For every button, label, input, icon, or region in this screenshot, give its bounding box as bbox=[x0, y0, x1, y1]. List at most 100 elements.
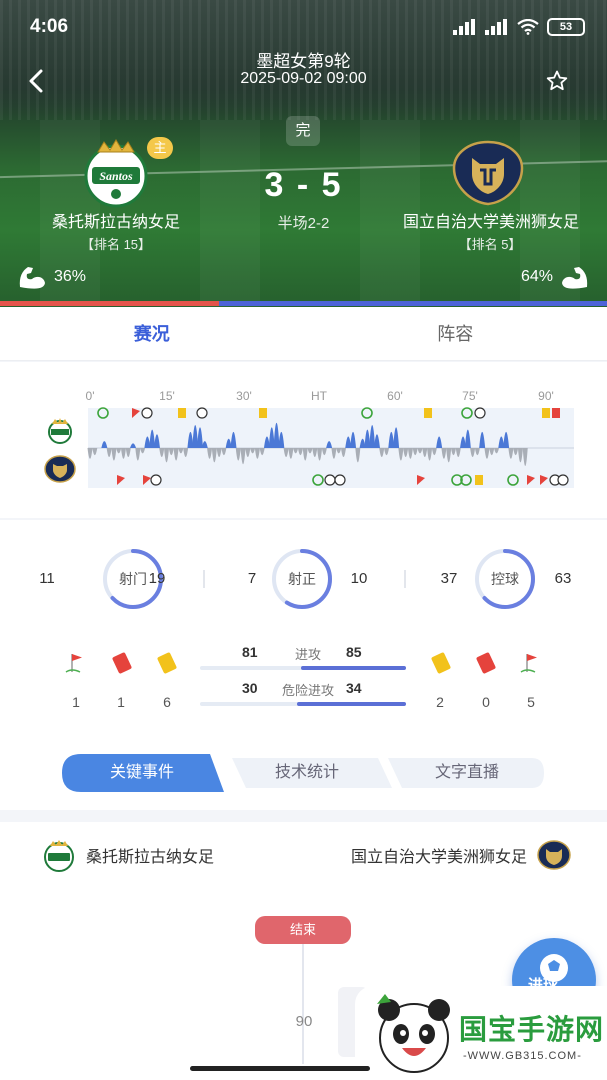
status-time: 4:06 bbox=[30, 16, 69, 37]
stat-shots-on-target: 7 射正 10 bbox=[239, 548, 419, 610]
home-indicator bbox=[190, 1066, 370, 1071]
stat-attacks: 81 进攻 85 bbox=[200, 644, 406, 674]
home-power: 36% bbox=[16, 262, 86, 292]
watermark-brand: 国宝手游网 bbox=[459, 1014, 605, 1045]
tick-0: 0' bbox=[86, 389, 95, 403]
events-away-team: 国立自治大学美洲狮女足 bbox=[351, 838, 571, 872]
goal-marker-icon bbox=[557, 474, 569, 486]
yellow-card-marker-icon bbox=[259, 408, 267, 418]
stat-dangerous-attacks: 30 危险进攻 34 bbox=[200, 680, 406, 710]
away-power-value: 64% bbox=[520, 268, 553, 285]
tab-text-live[interactable]: 文字直播 bbox=[392, 754, 542, 792]
status-icons: 53 bbox=[453, 18, 585, 36]
yellow-card-marker-icon bbox=[475, 475, 483, 485]
stat-sot-label: 射正 bbox=[288, 571, 316, 587]
yellow-card-marker-icon bbox=[178, 408, 186, 418]
corner-flag-icon bbox=[520, 654, 537, 673]
goal-marker-icon bbox=[150, 474, 162, 486]
watermark-text: 国宝手游网 bbox=[459, 1008, 604, 1048]
away-team-rank: 【排名 5】 bbox=[458, 237, 522, 252]
home-cards: 1 1 6 bbox=[60, 650, 200, 710]
stat-sot-away: 10 bbox=[350, 570, 368, 587]
events-home-team: 桑托斯拉古纳女足 bbox=[42, 838, 214, 872]
stat-possession: 37 控球 63 bbox=[434, 548, 607, 610]
home-host-badge: 主 bbox=[147, 137, 173, 159]
momentum-chart: 0' 15' 30' HT 60' 75' 90' bbox=[44, 389, 574, 488]
red-card-marker-icon bbox=[552, 408, 560, 418]
battery-icon: 53 bbox=[547, 18, 585, 36]
away-power: 64% bbox=[521, 262, 591, 292]
stat-shots-home: 11 bbox=[39, 570, 55, 587]
attacks-home: 81 bbox=[242, 644, 258, 660]
away-cards: 2 0 5 bbox=[424, 650, 564, 710]
match-state-badge: 完 bbox=[286, 116, 320, 146]
red-card-icon bbox=[476, 652, 496, 674]
home-power-value: 36% bbox=[54, 268, 87, 285]
away-corners: 5 bbox=[527, 694, 535, 710]
attacks-fill bbox=[300, 666, 406, 670]
away-power-fill bbox=[218, 301, 607, 306]
away-yellow-cards: 2 bbox=[436, 694, 444, 710]
flexed-arm-icon bbox=[19, 267, 45, 289]
timeline-away-logo bbox=[44, 455, 76, 483]
favorite-star-icon[interactable] bbox=[545, 69, 569, 93]
tick-30: 30' bbox=[236, 389, 252, 403]
santos-laguna-logo bbox=[44, 840, 74, 872]
dangerous-attacks-home: 30 bbox=[242, 680, 258, 696]
goal-marker-icon bbox=[196, 407, 208, 419]
stat-shots: 11 射门 19 bbox=[38, 548, 218, 610]
stats-panel: 11 射门 19 7 射正 10 37 控球 63 1 1 6 81 进攻 85… bbox=[0, 520, 607, 810]
tick-15: 15' bbox=[159, 389, 175, 403]
stat-possession-home: 37 bbox=[440, 570, 458, 587]
events-home-name: 桑托斯拉古纳女足 bbox=[86, 849, 215, 866]
signal-icon bbox=[485, 19, 509, 35]
yellow-card-icon bbox=[431, 652, 451, 674]
attacks-label: 进攻 bbox=[294, 647, 321, 662]
tab-key-events[interactable]: 关键事件 bbox=[62, 754, 222, 792]
events-away-name: 国立自治大学美洲狮女足 bbox=[350, 849, 527, 866]
home-corners: 1 bbox=[72, 694, 80, 710]
event-minute: 90 bbox=[295, 1013, 313, 1030]
goal-marker-icon bbox=[334, 474, 346, 486]
home-red-cards: 1 bbox=[117, 694, 125, 710]
watermark-badge: 国宝手游网 -WWW.GB315.COM- bbox=[355, 986, 607, 1080]
flexed-arm-icon bbox=[562, 267, 588, 289]
red-card-icon bbox=[112, 652, 132, 674]
power-split-bar bbox=[0, 301, 607, 306]
divider bbox=[203, 570, 205, 588]
goal-marker-icon bbox=[141, 407, 153, 419]
match-datetime: 2025-09-02 09:00 bbox=[240, 70, 367, 87]
yellow-card-marker-icon bbox=[542, 408, 550, 418]
main-tabs: 赛况 阵容 bbox=[0, 307, 607, 361]
yellow-card-icon bbox=[157, 652, 177, 674]
tick-75: 75' bbox=[462, 389, 478, 403]
halftime-score: 半场2-2 bbox=[277, 215, 330, 232]
divider bbox=[404, 570, 406, 588]
match-end-pill: 结束 bbox=[255, 916, 351, 944]
status-bar: 4:06 53 bbox=[30, 14, 585, 40]
home-yellow-cards: 6 bbox=[163, 694, 171, 710]
goal-marker-icon bbox=[324, 474, 336, 486]
panda-mascot-icon bbox=[377, 994, 450, 1073]
momentum-timeline: 0' 15' 30' HT 60' 75' 90' bbox=[0, 362, 607, 518]
dangerous-attacks-away: 34 bbox=[346, 680, 362, 696]
home-power-fill bbox=[0, 301, 219, 306]
away-red-cards: 0 bbox=[482, 694, 490, 710]
stat-shots-away: 19 bbox=[148, 570, 166, 587]
yellow-card-marker-icon bbox=[424, 408, 432, 418]
signal-icon bbox=[453, 19, 477, 35]
tab-tech-stats[interactable]: 技术统计 bbox=[232, 754, 382, 792]
stat-sot-home: 7 bbox=[247, 570, 257, 587]
dangerous-attacks-fill bbox=[296, 702, 406, 706]
tab-lineup[interactable]: 阵容 bbox=[304, 307, 607, 360]
stat-possession-away: 63 bbox=[554, 570, 572, 587]
tab-match-status[interactable]: 赛况 bbox=[0, 307, 304, 360]
tick-90: 90' bbox=[538, 389, 554, 403]
wifi-icon bbox=[517, 19, 539, 35]
match-score: 3 - 5 bbox=[264, 166, 343, 204]
home-team-rank: 【排名 15】 bbox=[80, 237, 152, 252]
timeline-ticks: 0' 15' 30' HT 60' 75' 90' bbox=[86, 389, 554, 403]
watermark-url: -WWW.GB315.COM- bbox=[463, 1050, 582, 1062]
pumas-unam-logo bbox=[537, 840, 571, 870]
detail-tabs: 关键事件 技术统计 文字直播 bbox=[62, 754, 544, 792]
